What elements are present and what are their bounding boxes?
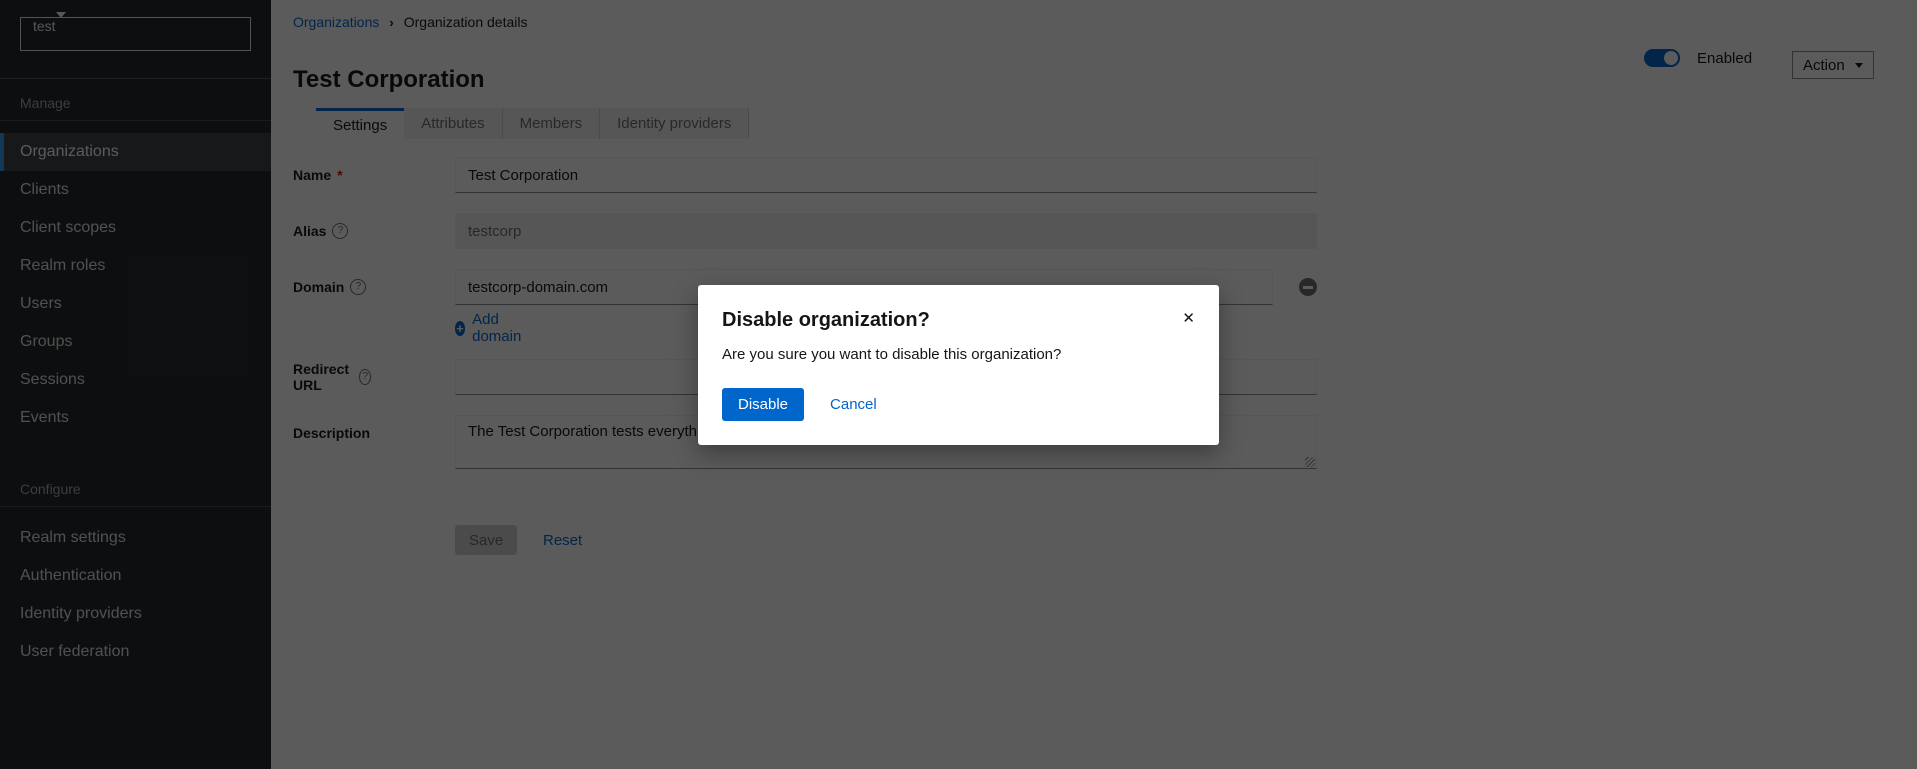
modal-title: Disable organization? bbox=[722, 309, 1195, 332]
disable-button[interactable]: Disable bbox=[722, 388, 804, 421]
modal-body-text: Are you sure you want to disable this or… bbox=[722, 346, 1195, 363]
disable-organization-modal: ✕ Disable organization? Are you sure you… bbox=[698, 285, 1219, 445]
keycloak-admin-console: test Manage Organizations Clients Client… bbox=[0, 0, 1917, 769]
modal-actions: Disable Cancel bbox=[722, 388, 1195, 421]
close-icon[interactable]: ✕ bbox=[1178, 305, 1199, 331]
cancel-link[interactable]: Cancel bbox=[830, 396, 877, 413]
